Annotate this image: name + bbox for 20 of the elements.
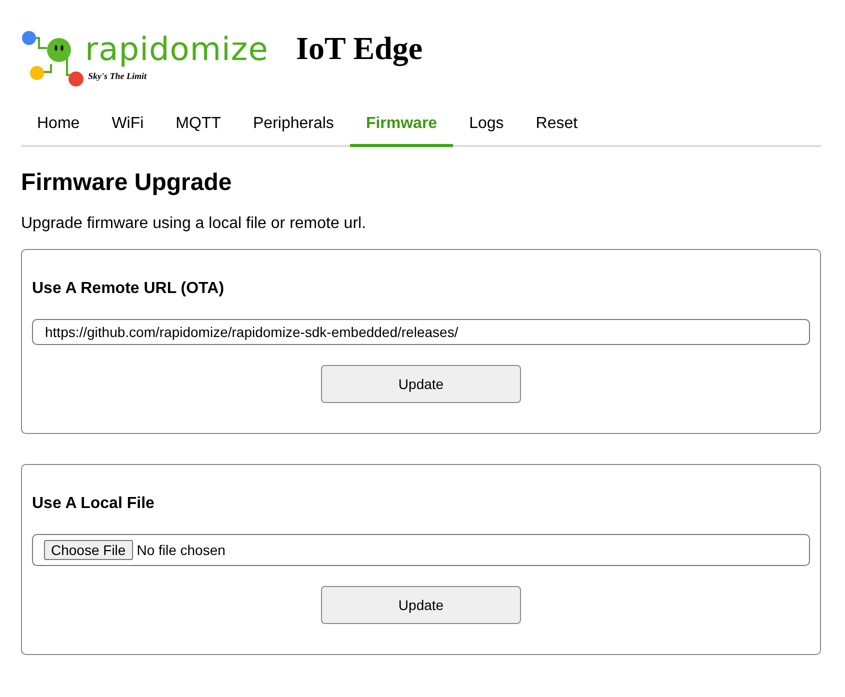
nav-tab[interactable]: Reset [520, 108, 594, 147]
update-button[interactable]: Update [321, 586, 521, 624]
nav-tab[interactable]: Peripherals [237, 108, 350, 147]
section-title: Use A Remote URL (OTA) [32, 280, 226, 298]
logo-wordmark: rapidomize [85, 30, 268, 68]
logo-tagline: Sky's The Limit [88, 71, 146, 81]
update-button[interactable]: Update [321, 365, 521, 403]
choose-file-button[interactable]: Choose File [44, 540, 133, 560]
file-status: No file chosen [136, 542, 226, 558]
app-title: IoT Edge [296, 30, 423, 66]
nav-tab[interactable]: Firmware [350, 108, 454, 147]
nav-tab[interactable]: Logs [453, 108, 520, 147]
section-title: Use A Local File [32, 495, 156, 513]
intro-text: Upgrade firmware using a local file or remote url. [21, 215, 368, 233]
nav-tab[interactable]: MQTT [160, 108, 237, 147]
url-field[interactable]: https://github.com/rapidomize/rapidomize-sdk-embedded/releases/ [32, 319, 810, 345]
nav-tab[interactable]: WiFi [96, 108, 160, 147]
nav-tab[interactable]: Home [21, 108, 96, 147]
page-heading: Firmware Upgrade [21, 169, 233, 197]
file-field[interactable]: Choose File No file chosen [32, 534, 810, 566]
